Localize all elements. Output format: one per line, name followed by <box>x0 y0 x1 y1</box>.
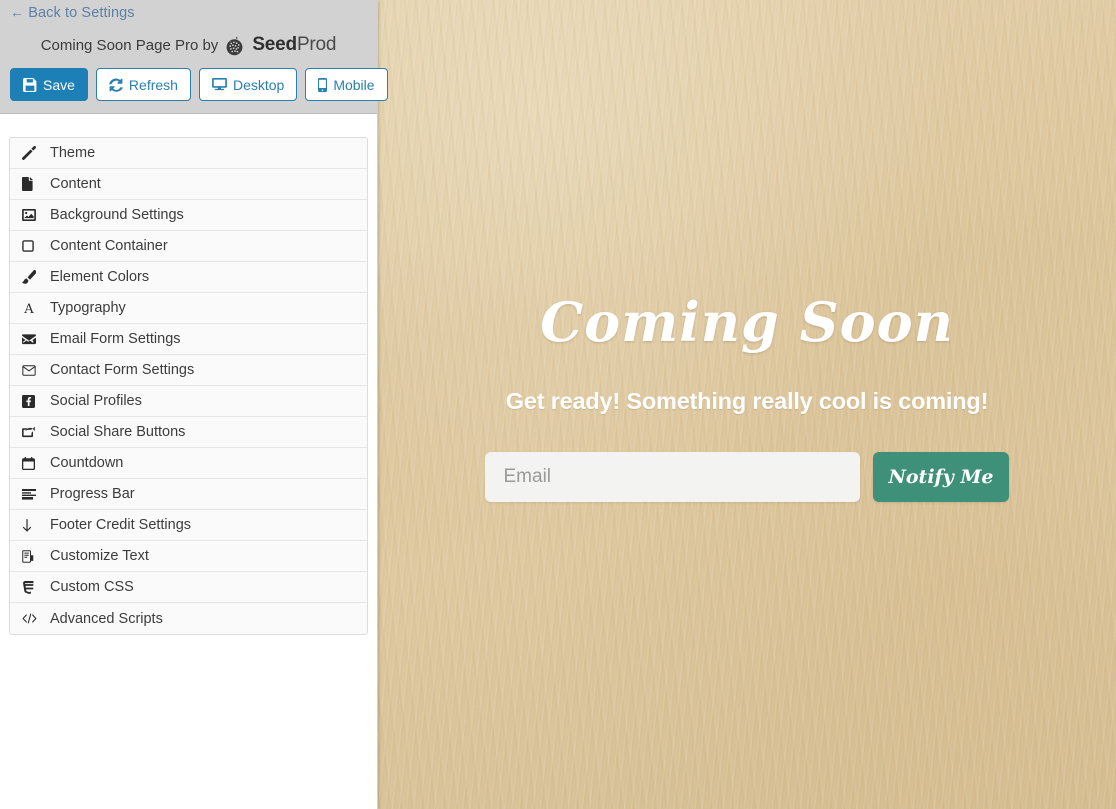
sidebar-item-element-colors[interactable]: Element Colors <box>10 262 367 293</box>
preview-content: Coming Soon Get ready! Something really … <box>378 0 1116 809</box>
refresh-button[interactable]: Refresh <box>95 68 191 101</box>
back-to-settings-link[interactable]: ← Back to Settings <box>10 4 135 21</box>
sidebar-item-theme[interactable]: Theme <box>10 138 367 169</box>
progress-bars-icon <box>22 488 44 500</box>
sidebar-item-background-settings[interactable]: Background Settings <box>10 200 367 231</box>
save-button[interactable]: Save <box>10 68 88 101</box>
settings-panel: ← Back to Settings Coming Soon Page Pro … <box>0 0 388 809</box>
desktop-icon <box>212 78 227 91</box>
magic-wand-icon <box>22 146 44 160</box>
coming-soon-subheading: Get ready! Something really cool is comi… <box>505 388 989 414</box>
page-preview: Coming Soon Get ready! Something really … <box>378 0 1116 809</box>
sidebar-item-label: Content <box>50 176 101 192</box>
seedprod-logo-icon <box>224 36 246 57</box>
sidebar-item-label: Countdown <box>50 455 124 471</box>
sidebar-item-label: Advanced Scripts <box>50 610 163 627</box>
refresh-icon <box>109 78 123 92</box>
sidebar-item-advanced-scripts[interactable]: Advanced Scripts <box>10 603 367 634</box>
sidebar-item-email-form-settings[interactable]: Email Form Settings <box>10 324 367 355</box>
arrow-down-icon <box>22 518 44 532</box>
sidebar-item-content-container[interactable]: Content Container <box>10 231 367 262</box>
sidebar-item-label: Customize Text <box>50 548 149 564</box>
toolbar-buttons: Save Refresh Desktop Mobile <box>10 68 388 101</box>
brand-row: Coming Soon Page Pro by SeedProd <box>0 34 377 56</box>
sidebar-item-label: Social Profiles <box>50 393 142 409</box>
text-document-icon <box>22 549 44 563</box>
desktop-preview-button[interactable]: Desktop <box>198 68 298 101</box>
coming-soon-heading: Coming Soon <box>540 290 954 354</box>
file-icon <box>22 177 44 191</box>
sidebar-item-label: Progress Bar <box>50 486 135 502</box>
sidebar-item-label: Element Colors <box>50 269 150 285</box>
coming-soon-page-builder: ← Back to Settings Coming Soon Page Pro … <box>0 0 1116 809</box>
svg-text:A: A <box>23 302 34 315</box>
sidebar-item-social-profiles[interactable]: Social Profiles <box>10 386 367 417</box>
css3-icon <box>22 580 44 594</box>
email-input[interactable] <box>484 452 860 502</box>
share-arrow-icon <box>22 426 44 438</box>
panel-body: Theme Content Background Settings Conten… <box>0 114 377 809</box>
notify-me-button[interactable]: Notify Me <box>872 452 1010 502</box>
sidebar-item-label: Typography <box>50 300 126 316</box>
left-arrow-icon: ← <box>10 4 25 20</box>
refresh-button-label: Refresh <box>128 76 178 93</box>
back-to-settings-label: Back to Settings <box>28 5 135 21</box>
sidebar-item-label: Background Settings <box>50 207 184 223</box>
floppy-disk-icon <box>23 77 37 92</box>
sidebar-item-label: Social Share Buttons <box>50 424 186 440</box>
brand-prefix-label: Coming Soon Page Pro by <box>40 36 219 54</box>
email-optin-form: Notify Me <box>484 452 1010 502</box>
square-outline-icon <box>22 240 44 252</box>
mobile-preview-button[interactable]: Mobile <box>305 68 388 101</box>
desktop-button-label: Desktop <box>232 76 285 93</box>
save-button-label: Save <box>43 76 75 93</box>
mobile-button-label: Mobile <box>333 76 375 93</box>
mobile-icon <box>318 77 328 92</box>
sidebar-item-label: Custom CSS <box>50 579 134 595</box>
sidebar-item-progress-bar[interactable]: Progress Bar <box>10 479 367 510</box>
sidebar-item-contact-form-settings[interactable]: Contact Form Settings <box>10 355 367 386</box>
sidebar-item-label: Content Container <box>50 238 168 254</box>
sidebar-item-content[interactable]: Content <box>10 169 367 200</box>
brand-name-light: Prod <box>296 34 337 55</box>
sidebar-item-label: Footer Credit Settings <box>50 517 192 533</box>
code-brackets-icon <box>22 613 44 624</box>
sidebar-item-countdown[interactable]: Countdown <box>10 448 367 479</box>
font-letter-a-icon: A <box>22 301 44 315</box>
sidebar-item-footer-credit-settings[interactable]: Footer Credit Settings <box>10 510 367 541</box>
image-icon <box>22 209 44 221</box>
sidebar-item-custom-css[interactable]: Custom CSS <box>10 572 367 603</box>
sidebar-item-label: Contact Form Settings <box>50 362 195 378</box>
sidebar-item-label: Theme <box>50 145 96 161</box>
settings-menu-list: Theme Content Background Settings Conten… <box>9 137 368 635</box>
sidebar-item-typography[interactable]: A Typography <box>10 293 367 324</box>
calendar-icon <box>22 456 44 470</box>
paint-brush-icon <box>22 270 44 284</box>
facebook-icon <box>22 394 44 408</box>
envelope-outline-icon <box>22 364 44 376</box>
sidebar-item-label: Email Form Settings <box>50 331 181 347</box>
envelope-filled-icon <box>22 333 44 345</box>
panel-header: ← Back to Settings Coming Soon Page Pro … <box>0 0 388 114</box>
brand-name: SeedProd <box>252 34 336 56</box>
sidebar-item-social-share-buttons[interactable]: Social Share Buttons <box>10 417 367 448</box>
sidebar-item-customize-text[interactable]: Customize Text <box>10 541 367 572</box>
brand-name-bold: Seed <box>252 34 297 55</box>
